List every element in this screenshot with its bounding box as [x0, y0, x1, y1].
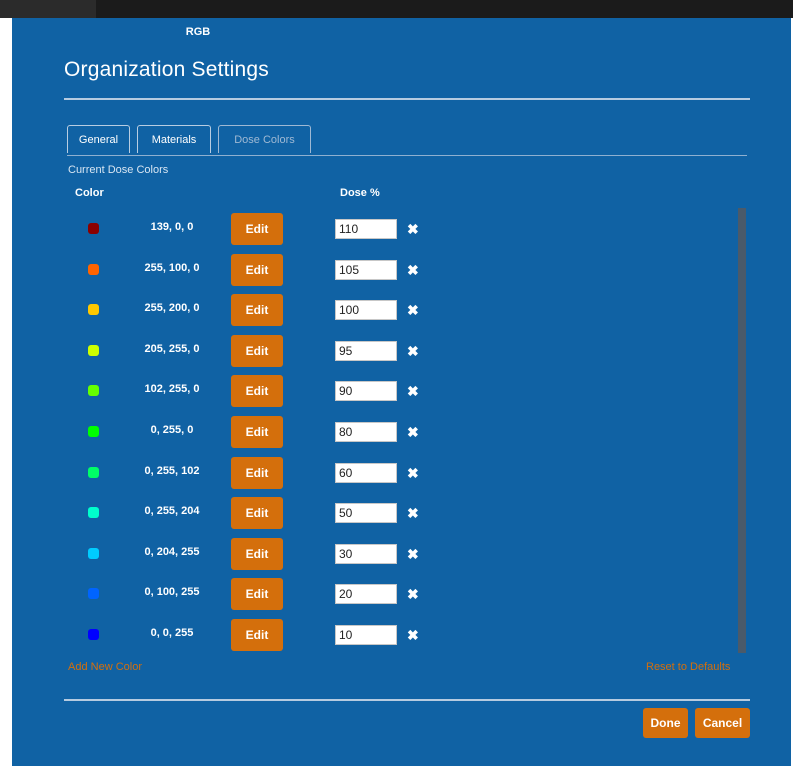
- dose-percent-input[interactable]: [335, 584, 397, 605]
- color-swatch: [88, 263, 99, 275]
- tab-underline: [67, 155, 747, 156]
- rgb-value: 205, 255, 0: [144, 342, 200, 355]
- dose-percent-input[interactable]: [335, 421, 397, 442]
- color-swatch: [88, 507, 99, 519]
- tab-materials[interactable]: Materials: [137, 125, 211, 153]
- remove-icon[interactable]: ✖: [407, 220, 419, 238]
- edit-button[interactable]: Edit: [231, 578, 283, 611]
- dose-percent-input[interactable]: [335, 543, 397, 564]
- remove-icon[interactable]: ✖: [407, 301, 419, 319]
- edit-button[interactable]: Edit: [231, 456, 283, 489]
- footer-divider: [64, 699, 750, 701]
- color-swatch: [88, 344, 99, 356]
- dose-color-row: 0, 255, 0 Edit ✖: [12, 415, 791, 457]
- color-swatch: [88, 628, 99, 640]
- dose-color-row: 139, 0, 0 Edit ✖: [12, 213, 791, 254]
- column-header-dose: Dose %: [340, 187, 380, 199]
- reset-to-defaults-link[interactable]: Reset to Defaults: [646, 661, 730, 673]
- scrollbar[interactable]: [738, 208, 746, 653]
- dose-percent-input[interactable]: [335, 503, 397, 524]
- color-swatch: [88, 466, 99, 478]
- dose-percent-input[interactable]: [335, 300, 397, 321]
- remove-icon[interactable]: ✖: [407, 382, 419, 400]
- rgb-value: 0, 255, 0: [150, 423, 194, 436]
- dose-color-row: 0, 204, 255 Edit ✖: [12, 537, 791, 579]
- dose-color-row: 0, 100, 255 Edit ✖: [12, 578, 791, 619]
- remove-icon[interactable]: ✖: [407, 261, 419, 279]
- color-swatch: [88, 223, 99, 234]
- dose-percent-input[interactable]: [335, 259, 397, 280]
- dose-color-row: 0, 255, 204 Edit ✖: [12, 497, 791, 538]
- rgb-value: 102, 255, 0: [144, 383, 200, 396]
- remove-icon[interactable]: ✖: [407, 342, 419, 360]
- edit-button[interactable]: Edit: [231, 415, 283, 448]
- rgb-value: 0, 100, 255: [144, 586, 200, 599]
- dose-color-row: 102, 255, 0 Edit ✖: [12, 375, 791, 416]
- dose-percent-input[interactable]: [335, 381, 397, 402]
- dialog-title: Organization Settings: [64, 58, 269, 81]
- remove-icon[interactable]: ✖: [407, 504, 419, 522]
- edit-button[interactable]: Edit: [231, 294, 283, 327]
- rgb-value: 0, 0, 255: [150, 626, 194, 639]
- rgb-value: 0, 204, 255: [144, 545, 200, 558]
- color-swatch: [88, 547, 99, 559]
- remove-icon[interactable]: ✖: [407, 423, 419, 441]
- title-divider: [64, 98, 750, 100]
- edit-button[interactable]: Edit: [231, 537, 283, 570]
- rgb-value: 139, 0, 0: [150, 221, 194, 233]
- color-swatch: [88, 588, 99, 600]
- color-swatch: [88, 425, 99, 437]
- rgb-value: 255, 100, 0: [144, 261, 200, 274]
- color-swatch: [88, 304, 99, 316]
- window-top-bar-shade: [0, 0, 96, 18]
- tab-dose-colors[interactable]: Dose Colors: [218, 125, 311, 153]
- edit-button[interactable]: Edit: [231, 253, 283, 286]
- remove-icon[interactable]: ✖: [407, 545, 419, 563]
- edit-button[interactable]: Edit: [231, 618, 283, 651]
- done-button[interactable]: Done: [643, 708, 688, 738]
- add-new-color-link[interactable]: Add New Color: [68, 661, 142, 673]
- remove-icon[interactable]: ✖: [407, 585, 419, 603]
- edit-button[interactable]: Edit: [231, 375, 283, 408]
- rgb-value: 0, 255, 102: [144, 464, 200, 477]
- cancel-button[interactable]: Cancel: [695, 708, 750, 738]
- remove-icon[interactable]: ✖: [407, 626, 419, 644]
- dose-color-row: 0, 0, 255 Edit ✖: [12, 618, 791, 660]
- edit-button[interactable]: Edit: [231, 334, 283, 367]
- rgb-value: 0, 255, 204: [144, 505, 200, 518]
- dose-percent-input[interactable]: [335, 340, 397, 361]
- dose-color-row: 0, 255, 102 Edit ✖: [12, 456, 791, 498]
- color-swatch: [88, 385, 99, 397]
- dose-color-row: 205, 255, 0 Edit ✖: [12, 334, 791, 376]
- edit-button[interactable]: Edit: [231, 213, 283, 245]
- dose-percent-input[interactable]: [335, 462, 397, 483]
- dose-color-list: 139, 0, 0Edit✖255, 100, 0Edit✖255, 200, …: [12, 213, 791, 660]
- tab-general[interactable]: General: [67, 125, 130, 153]
- dose-percent-input[interactable]: [335, 219, 397, 239]
- edit-button[interactable]: Edit: [231, 497, 283, 530]
- dose-color-row: 255, 100, 0 Edit ✖: [12, 253, 791, 295]
- column-header-color: Color: [75, 187, 104, 199]
- dose-percent-input[interactable]: [335, 624, 397, 645]
- section-label: Current Dose Colors: [68, 164, 169, 176]
- remove-icon[interactable]: ✖: [407, 464, 419, 482]
- dose-color-row: 255, 200, 0 Edit ✖: [12, 294, 791, 335]
- column-header-rgb: RGB: [185, 26, 211, 38]
- organization-settings-dialog: Organization Settings General Materials …: [12, 18, 791, 766]
- rgb-value: 255, 200, 0: [144, 302, 200, 315]
- window-top-bar: [0, 0, 793, 18]
